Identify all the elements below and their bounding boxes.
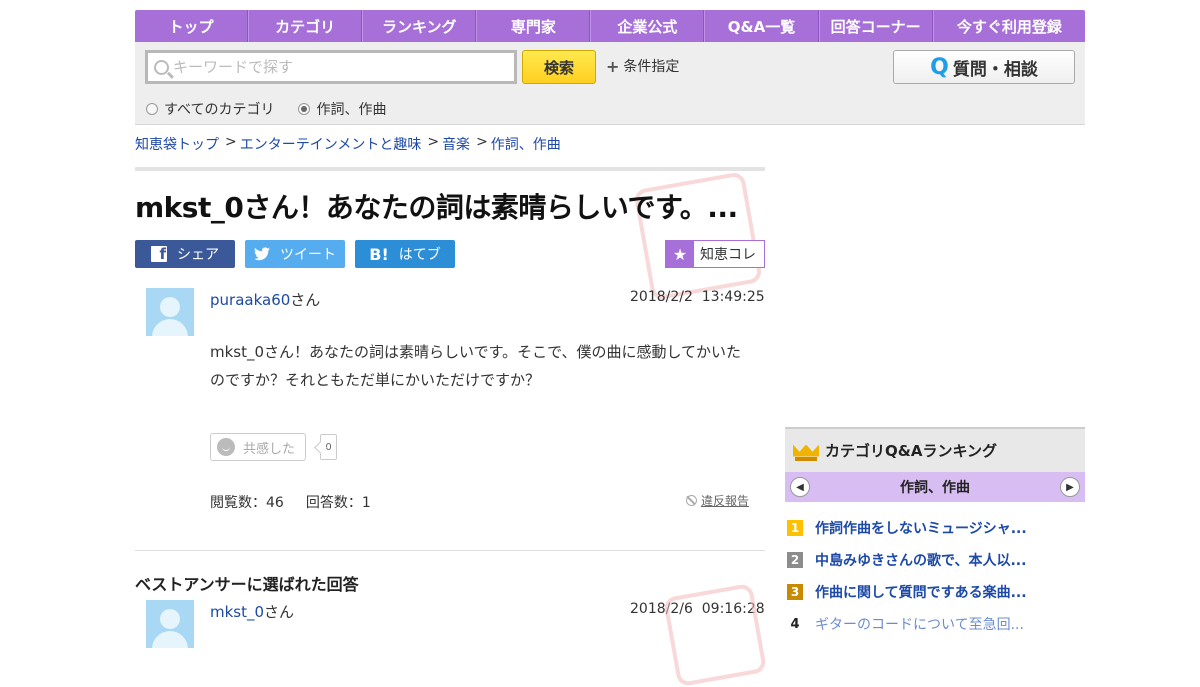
global-nav: トップ カテゴリ ランキング 専門家 企業公式 Q&A一覧 回答コーナー 今すぐ… — [135, 10, 1085, 42]
answer-author: mkst_0さん — [210, 601, 294, 622]
question-date: 2018/2/2 13:49:25 — [630, 289, 765, 305]
ranking-item: 3 作曲に関して質問ですある楽曲... — [785, 576, 1085, 608]
ask-question-button[interactable]: Q 質問・相談 — [893, 50, 1075, 84]
report-link[interactable]: 違反報告 — [686, 492, 749, 509]
author-link[interactable]: puraaka60 — [210, 291, 290, 309]
ranking-item: 1 作詞作曲をしないミュージシャ... — [785, 512, 1085, 544]
radio-all-categories[interactable]: すべてのカテゴリ — [146, 99, 274, 119]
facebook-icon: f — [151, 246, 167, 262]
avatar[interactable] — [146, 288, 194, 336]
nav-tab-experts[interactable]: 専門家 — [476, 10, 591, 42]
question-stats: 閲覧数：46 回答数：1 — [210, 492, 371, 512]
question-q-icon: Q — [930, 54, 949, 80]
question-author: puraaka60さん — [210, 289, 320, 310]
radio-current-label: 作詞、作曲 — [316, 102, 387, 118]
ranking-item: 2 中島みゆきさんの歌で、本人以... — [785, 544, 1085, 576]
next-arrow-icon[interactable]: ▶ — [1060, 477, 1080, 497]
author-link[interactable]: mkst_0 — [210, 603, 264, 621]
breadcrumb-separator: > — [225, 134, 237, 150]
empathy-button[interactable]: 共感した — [210, 433, 306, 461]
answers-count: 回答数：1 — [305, 495, 371, 511]
nav-tab-qa-list[interactable]: Q&A一覧 — [704, 10, 819, 42]
search-button[interactable]: 検索 — [522, 50, 596, 84]
nav-tab-category[interactable]: カテゴリ — [248, 10, 363, 42]
report-label: 違反報告 — [701, 494, 750, 508]
best-answer-heading: ベストアンサーに選ばれた回答 — [135, 575, 359, 594]
facebook-share-label: シェア — [177, 247, 219, 263]
twitter-share-label: ツイート — [280, 247, 336, 263]
breadcrumb-separator: > — [427, 134, 440, 150]
breadcrumb: 知恵袋トップ > エンターテインメントと趣味 > 音楽 > 作詞、作曲 — [135, 134, 561, 154]
hatena-icon: B! — [369, 244, 389, 264]
honorific: さん — [290, 291, 321, 309]
condition-link[interactable]: + 条件指定 — [606, 56, 679, 76]
breadcrumb-item[interactable]: エンターテインメントと趣味 — [240, 134, 422, 154]
radio-selected-icon — [298, 103, 311, 115]
plus-icon: + — [606, 56, 620, 76]
ranking-category: 作詞、作曲 — [900, 480, 970, 496]
divider — [135, 550, 765, 551]
nav-tab-official[interactable]: 企業公式 — [590, 10, 705, 42]
nav-tab-register[interactable]: 今すぐ利用登録 — [932, 10, 1085, 42]
chie-collection-button[interactable]: ★ 知恵コレ — [665, 240, 765, 268]
nav-tab-ranking[interactable]: ランキング — [362, 10, 477, 42]
rank-badge: 2 — [787, 552, 803, 568]
hatena-bookmark-button[interactable]: B! はてブ — [355, 240, 455, 268]
ask-question-label: 質問・相談 — [952, 59, 1038, 80]
divider — [135, 167, 765, 171]
ranking-link[interactable]: 中島みゆきさんの歌で、本人以... — [815, 550, 1026, 570]
ranking-link[interactable]: 作詞作曲をしないミュージシャ... — [815, 518, 1027, 538]
resolved-stamp-icon — [662, 582, 768, 687]
question-title: mkst_0さん！あなたの詞は素晴らしいです。... — [135, 191, 738, 224]
prev-arrow-icon[interactable]: ◀ — [790, 477, 810, 497]
empathy-label: 共感した — [243, 441, 296, 457]
search-box — [145, 50, 517, 84]
honorific: さん — [264, 603, 295, 621]
radio-unselected-icon — [146, 103, 158, 115]
rank-badge: 1 — [787, 520, 803, 536]
search-input[interactable] — [169, 58, 499, 76]
rank-badge: 3 — [787, 584, 803, 600]
ranking-list: 1 作詞作曲をしないミュージシャ... 2 中島みゆきさんの歌で、本人以... … — [785, 512, 1085, 640]
views-count: 閲覧数：46 — [210, 495, 284, 511]
breadcrumb-item[interactable]: 知恵袋トップ — [135, 134, 219, 154]
search-icon — [154, 59, 169, 75]
ranking-link[interactable]: ギターのコードについて至急回... — [815, 614, 1024, 634]
radio-current-category[interactable]: 作詞、作曲 — [298, 99, 386, 119]
empathy-count: 0 — [320, 434, 337, 460]
search-area: 検索 + 条件指定 Q 質問・相談 すべてのカテゴリ 作詞、作曲 — [135, 42, 1085, 125]
facebook-share-button[interactable]: f シェア — [135, 240, 235, 268]
ranking-link[interactable]: 作曲に関して質問ですある楽曲... — [815, 582, 1027, 602]
crown-icon — [793, 441, 819, 461]
nav-tab-top[interactable]: トップ — [135, 10, 249, 42]
breadcrumb-item[interactable]: 音楽 — [442, 134, 470, 154]
condition-label: 条件指定 — [623, 59, 680, 75]
smile-icon — [217, 438, 235, 456]
twitter-icon — [254, 247, 270, 261]
category-scope: すべてのカテゴリ 作詞、作曲 — [146, 99, 386, 119]
ranking-item: 4 ギターのコードについて至急回... — [785, 608, 1085, 640]
ranking-title: カテゴリQ&Aランキング — [825, 442, 997, 460]
hatena-label: はてブ — [398, 247, 441, 263]
ranking-category-bar: ◀ 作詞、作曲 ▶ — [785, 472, 1085, 502]
ranking-header: カテゴリQ&Aランキング — [785, 427, 1085, 472]
twitter-share-button[interactable]: ツイート — [245, 240, 345, 268]
breadcrumb-item[interactable]: 作詞、作曲 — [491, 134, 561, 154]
question-body: mkst_0さん！あなたの詞は素晴らしいです。そこで、僕の曲に感動してかいたので… — [210, 343, 742, 389]
star-icon: ★ — [666, 241, 694, 267]
prohibited-icon — [686, 495, 697, 506]
chie-collection-label: 知恵コレ — [700, 247, 756, 263]
nav-tab-answer-corner[interactable]: 回答コーナー — [818, 10, 933, 42]
avatar[interactable] — [146, 600, 194, 648]
radio-all-label: すべてのカテゴリ — [164, 102, 275, 118]
breadcrumb-separator: > — [476, 134, 488, 150]
